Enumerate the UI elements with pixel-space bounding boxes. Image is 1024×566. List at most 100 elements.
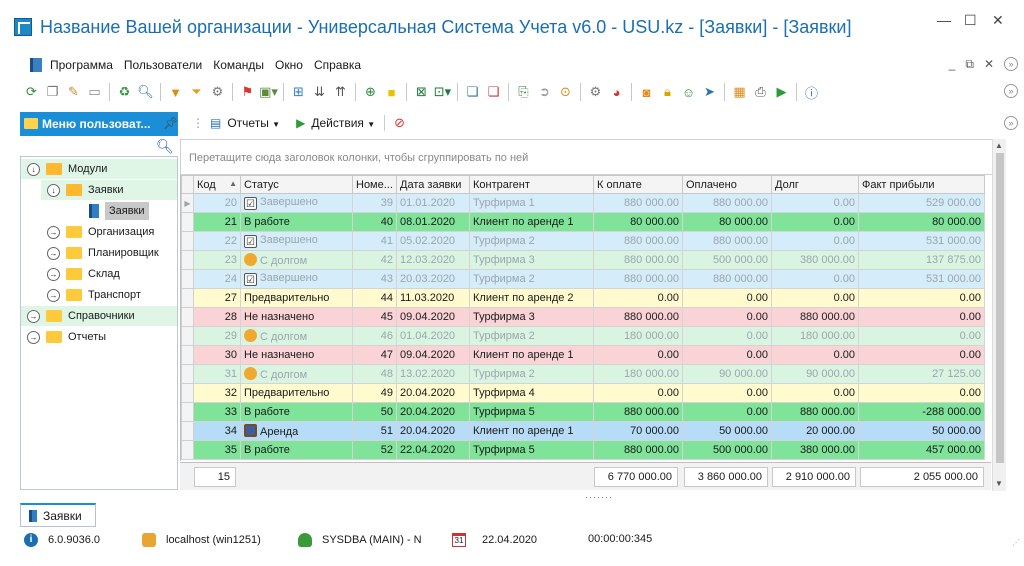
- row-indicator[interactable]: [181, 364, 194, 384]
- row-indicator[interactable]: [181, 402, 194, 422]
- users-icon[interactable]: ☺: [679, 83, 698, 102]
- column-header-paid[interactable]: Оплачено: [682, 175, 772, 194]
- tab-requests[interactable]: Заявки: [20, 503, 96, 527]
- column-header-date[interactable]: Дата заявки: [396, 175, 470, 194]
- expand-icon[interactable]: →: [27, 309, 40, 323]
- actions-dropdown[interactable]: Действия ▼: [311, 116, 375, 130]
- column-header-status[interactable]: Статус: [240, 175, 353, 194]
- stop-icon[interactable]: ⊘: [394, 115, 405, 131]
- row-indicator[interactable]: [181, 288, 194, 308]
- table-row[interactable]: 34 Аренда 51 20.04.2020 Клиент по аренде 1 70…: [181, 421, 985, 441]
- maximize-button[interactable]: ☐: [964, 12, 977, 29]
- copy-icon[interactable]: ❐: [43, 83, 62, 102]
- row-indicator[interactable]: ▶: [181, 193, 194, 213]
- pin-icon[interactable]: 📌︎: [163, 116, 178, 130]
- menu-program[interactable]: Программа: [50, 58, 113, 72]
- row-indicator[interactable]: [181, 345, 194, 365]
- export-icon[interactable]: ⊡▾: [433, 83, 452, 102]
- row-indicator[interactable]: [181, 440, 194, 460]
- print-icon[interactable]: ⎙: [751, 83, 770, 102]
- tree-item-modules[interactable]: ↓ Модули: [21, 159, 177, 179]
- sync-icon[interactable]: ♻: [115, 83, 134, 102]
- expand-icon[interactable]: →: [47, 288, 60, 302]
- panel-splitter[interactable]: ·······: [585, 492, 613, 502]
- new-window-icon[interactable]: ❏: [463, 83, 482, 102]
- search-icon[interactable]: 🔍︎: [136, 83, 155, 102]
- filter-clear-icon[interactable]: ⏷: [187, 83, 206, 102]
- mdi-close-button[interactable]: ✕: [984, 57, 994, 72]
- row-indicator[interactable]: [181, 421, 194, 441]
- scroll-up-icon[interactable]: ▲: [995, 141, 1003, 150]
- table-row[interactable]: 29 С долгом 46 01.04.2020 Турфирма 2 180 000.…: [181, 326, 985, 346]
- tree-item-organization[interactable]: → Организация: [41, 222, 177, 242]
- table-row[interactable]: 31 С долгом 48 13.02.2020 Турфирма 2 180 000.…: [181, 364, 985, 384]
- scrollbar-thumb[interactable]: [996, 153, 1004, 463]
- column-header-debt[interactable]: Долг: [771, 175, 859, 194]
- mdi-minimize-button[interactable]: _: [949, 57, 956, 72]
- column-header-to-pay[interactable]: К оплате: [593, 175, 683, 194]
- minimize-button[interactable]: —: [937, 12, 951, 28]
- tree-item-planner[interactable]: → Планировщик: [41, 243, 177, 263]
- image-icon[interactable]: ▣▾: [259, 83, 278, 102]
- sidebar-header[interactable]: Меню пользоват...: [20, 112, 178, 136]
- column-header-client[interactable]: Контрагент: [469, 175, 594, 194]
- expand-icon[interactable]: →: [47, 267, 60, 281]
- play-icon[interactable]: ▶: [772, 83, 791, 102]
- expand-icon[interactable]: ⇈: [331, 83, 350, 102]
- note-icon[interactable]: ■: [382, 83, 401, 102]
- columns-icon[interactable]: ⊞: [289, 83, 308, 102]
- table-row[interactable]: 33 В работе 50 20.04.2020 Турфирма 5 880 000.…: [181, 402, 985, 422]
- row-indicator[interactable]: [181, 231, 194, 251]
- resize-grip-icon[interactable]: ⋰: [1012, 538, 1020, 547]
- flag-icon[interactable]: ⚑: [238, 83, 257, 102]
- filter-icon[interactable]: ▼: [166, 83, 185, 102]
- color-icon[interactable]: ◕: [607, 83, 626, 102]
- table-row[interactable]: 22 ☑ Завершено 41 05.02.2020 Турфирма 2 880 00…: [181, 231, 985, 251]
- row-indicator[interactable]: [181, 212, 194, 232]
- row-indicator[interactable]: [181, 269, 194, 289]
- rss-icon[interactable]: ◙: [637, 83, 656, 102]
- reports-dropdown[interactable]: Отчеты ▼: [227, 116, 280, 130]
- expand-icon[interactable]: →: [27, 330, 40, 344]
- info-icon[interactable]: ⓘ: [802, 83, 821, 102]
- table-row[interactable]: 35 В работе 52 22.04.2020 Турфирма 5 880 000.…: [181, 440, 985, 460]
- tree-item-requests-folder[interactable]: ↓ Заявки: [41, 180, 177, 200]
- table-icon[interactable]: ▦: [730, 83, 749, 102]
- tree-item-requests[interactable]: Заявки: [87, 201, 175, 221]
- tree-item-reports[interactable]: → Отчеты: [21, 327, 177, 347]
- expand-icon[interactable]: →: [47, 246, 60, 260]
- group-by-panel[interactable]: Перетащите сюда заголовок колонки, чтобы…: [180, 139, 998, 175]
- row-indicator[interactable]: [181, 307, 194, 327]
- toolbar-overflow-icon[interactable]: »: [1004, 84, 1018, 98]
- search-icon[interactable]: 🔍︎: [156, 138, 174, 155]
- pin-icon[interactable]: ⊙: [556, 83, 575, 102]
- filter-settings-icon[interactable]: ⚙: [208, 83, 227, 102]
- row-indicator[interactable]: [181, 250, 194, 270]
- mdi-restore-button[interactable]: ⧉: [965, 57, 974, 72]
- delete-icon[interactable]: ▭: [85, 83, 104, 102]
- menu-window[interactable]: Окно: [275, 58, 303, 72]
- excel-icon[interactable]: ⊠: [412, 83, 431, 102]
- arrow-icon[interactable]: ➲: [535, 83, 554, 102]
- tree-item-directories[interactable]: → Справочники: [21, 306, 177, 326]
- column-header-number[interactable]: Номе...: [352, 175, 397, 194]
- table-row[interactable]: 21 В работе 40 08.01.2020 Клиент по аренде 1…: [181, 212, 985, 232]
- exit-icon[interactable]: ⎘: [514, 83, 533, 102]
- menu-help[interactable]: Справка: [314, 58, 361, 72]
- close-button[interactable]: ✕: [992, 12, 1004, 29]
- tree-item-warehouse[interactable]: → Склад: [41, 264, 177, 284]
- menu-overflow-icon[interactable]: »: [1004, 57, 1018, 71]
- table-row[interactable]: ▶ 20 ☑ Завершено 39 01.01.2020 Турфирма 1 880 0…: [181, 193, 985, 213]
- table-row[interactable]: 23 С долгом 42 12.03.2020 Турфирма 3 880 000.…: [181, 250, 985, 270]
- tree-item-transport[interactable]: → Транспорт: [41, 285, 177, 305]
- collapse-icon[interactable]: ⇊: [310, 83, 329, 102]
- column-header-profit[interactable]: Факт прибыли: [858, 175, 985, 194]
- row-indicator[interactable]: [181, 326, 194, 346]
- lock-icon[interactable]: 🔒︎: [658, 83, 677, 102]
- row-indicator[interactable]: [181, 383, 194, 403]
- table-row[interactable]: 27 Предварительно 44 11.03.2020 Клиент по ар…: [181, 288, 985, 308]
- grid-overflow-icon[interactable]: »: [1004, 116, 1018, 130]
- table-row[interactable]: 30 Не назначено 47 09.04.2020 Клиент по арен…: [181, 345, 985, 365]
- vertical-scrollbar[interactable]: ▲ ▼: [992, 139, 1006, 491]
- expand-icon[interactable]: ↓: [27, 162, 40, 176]
